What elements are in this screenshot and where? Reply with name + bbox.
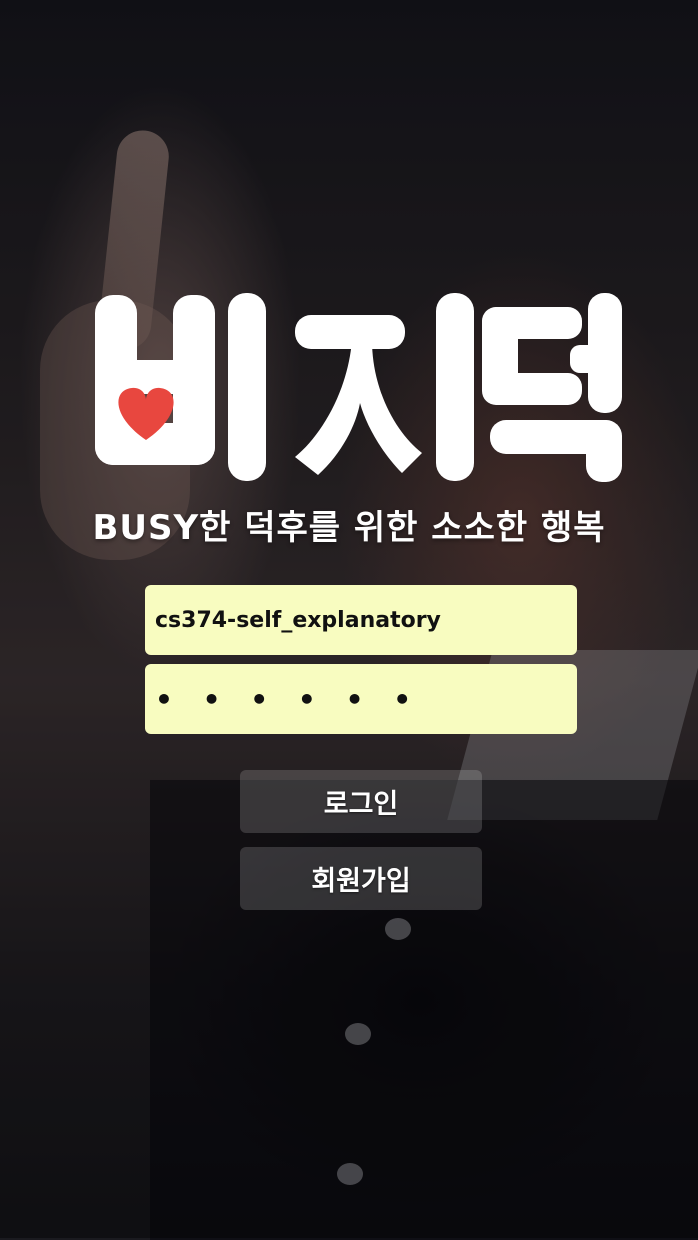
logo-graphic (95, 293, 622, 482)
app-logo (90, 285, 630, 485)
signup-button-label: 회원가입 (311, 866, 411, 897)
app-tagline: BUSY한 덕후를 위한 소소한 행복 (92, 508, 606, 548)
password-masked-value: • • • • • • (155, 682, 422, 716)
login-button-label: 로그인 (323, 789, 399, 820)
login-button[interactable]: 로그인 (240, 770, 482, 833)
password-input[interactable]: • • • • • • (145, 664, 577, 734)
username-input[interactable] (145, 585, 577, 655)
signup-button[interactable]: 회원가입 (240, 847, 482, 910)
